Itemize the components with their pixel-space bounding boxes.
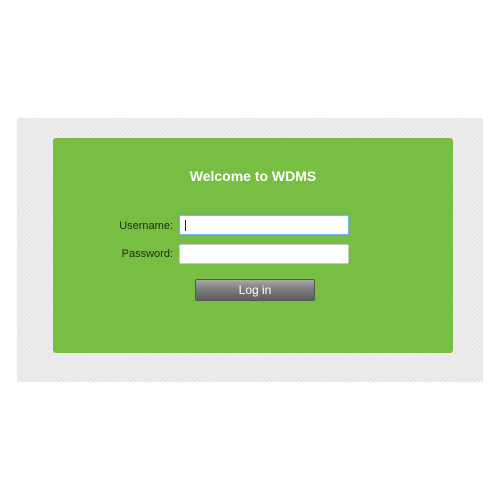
password-label: Password: bbox=[121, 248, 173, 260]
password-input[interactable] bbox=[179, 244, 349, 264]
login-title: Welcome to WDMS bbox=[189, 168, 317, 184]
text-cursor bbox=[185, 220, 186, 231]
login-panel: Welcome to WDMS Username: Password: Log … bbox=[53, 138, 453, 353]
login-button[interactable]: Log in bbox=[195, 279, 315, 301]
username-input[interactable] bbox=[179, 215, 349, 235]
username-label: Username: bbox=[119, 220, 173, 232]
